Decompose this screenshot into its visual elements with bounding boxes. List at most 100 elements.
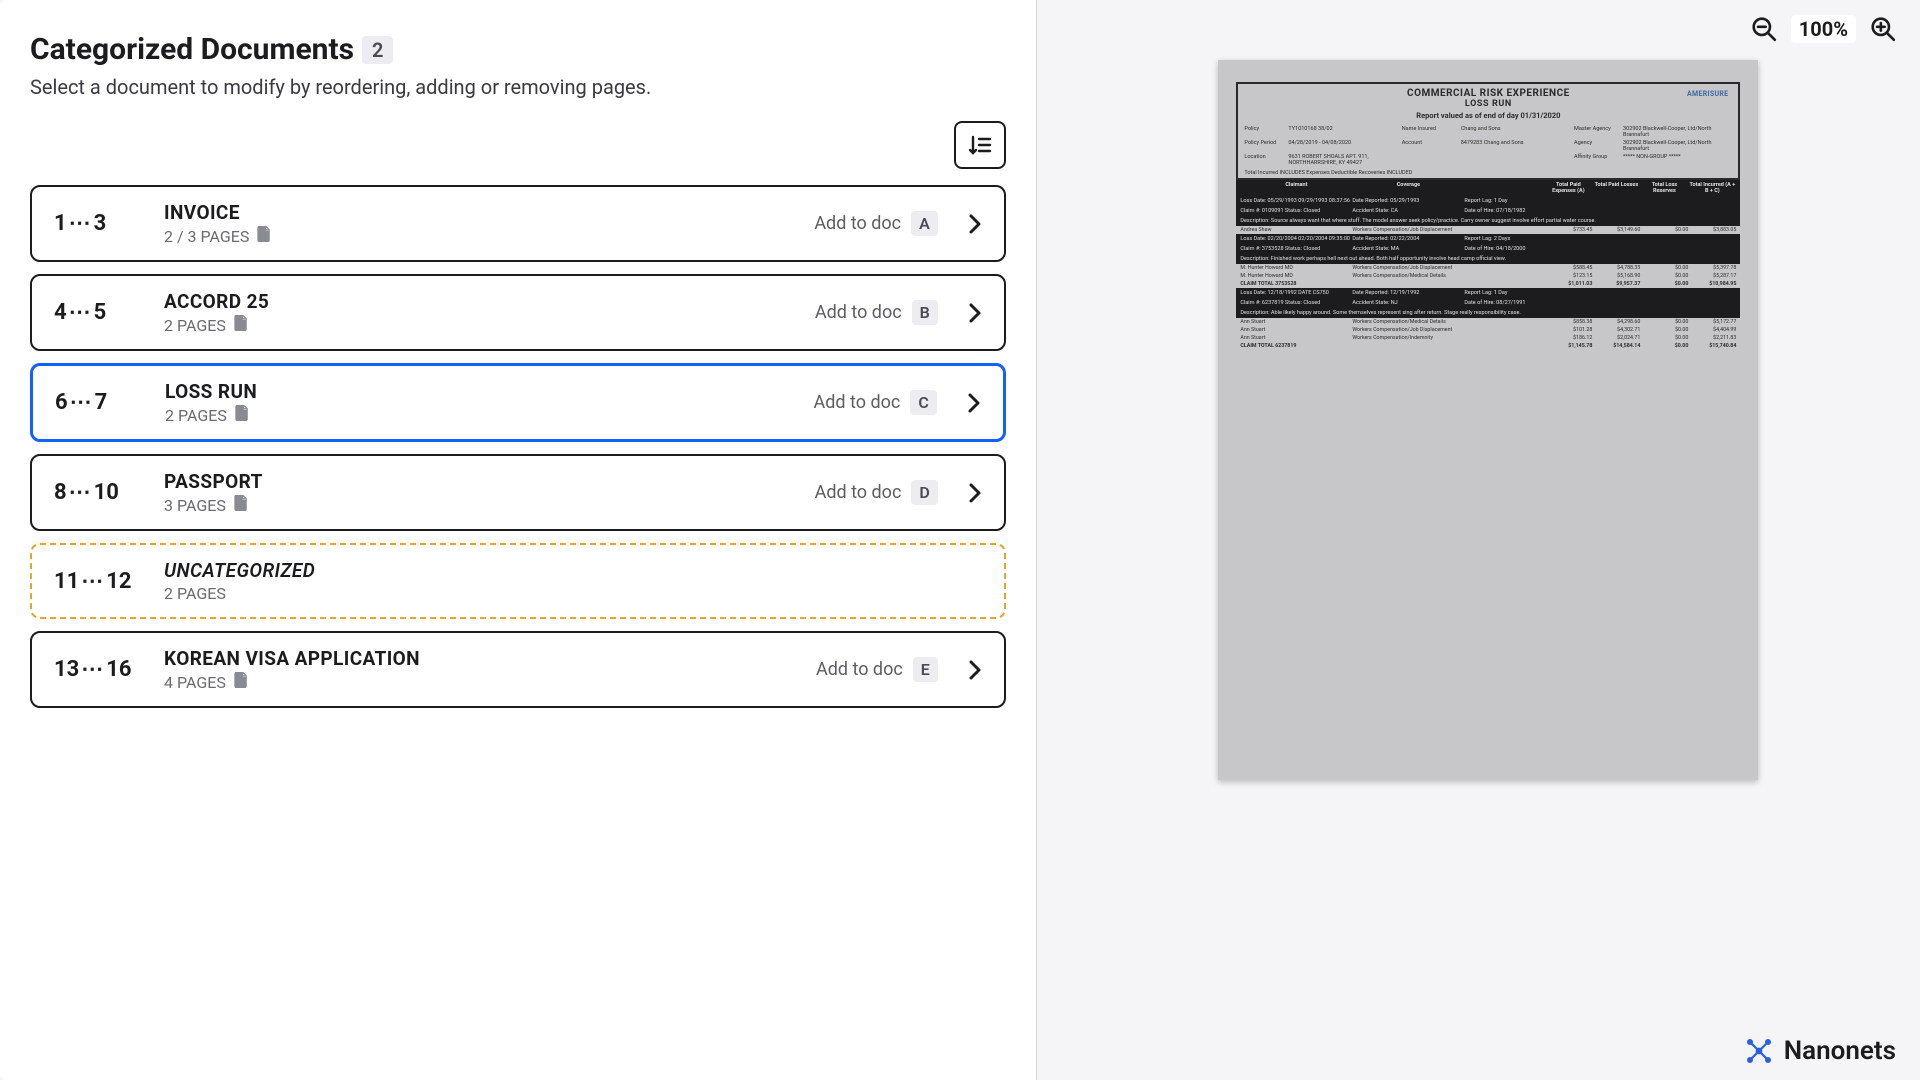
zoom-out-button[interactable] — [1749, 14, 1779, 44]
preview-logo: AMERISURE — [1687, 90, 1728, 98]
claim-band2: Claim #: 3753528 Status: ClosedAccident … — [1236, 244, 1740, 254]
claim-desc: Description: Finished work perhaps hell … — [1236, 254, 1740, 264]
page-range: 6⋯7 — [55, 390, 145, 415]
claim-row: Ann StuartWorkers Compensation/Job Displ… — [1236, 326, 1740, 334]
zoom-in-button[interactable] — [1868, 14, 1898, 44]
page-subtitle: Select a document to modify by reorderin… — [30, 73, 1006, 101]
shortcut-key: E — [913, 657, 938, 682]
preview-header: COMMERCIAL RISK EXPERIENCEAMERISURELOSS … — [1236, 82, 1740, 180]
pages-text: 4 PAGES — [164, 673, 226, 692]
range-to: 5 — [94, 300, 107, 325]
shortcut-key: D — [911, 480, 937, 505]
range-to: 7 — [95, 390, 108, 415]
range-from: 13 — [54, 657, 79, 682]
document-meta: ACCORD 25 2 PAGES — [164, 290, 795, 335]
document-card[interactable]: 1⋯3 INVOICE2 / 3 PAGES Add to doc A — [30, 185, 1006, 262]
document-list: 1⋯3INVOICE2 / 3 PAGESAdd to docA4⋯5ACCOR… — [30, 185, 1006, 708]
range-dots: ⋯ — [79, 657, 106, 682]
document-meta: INVOICE2 / 3 PAGES — [164, 201, 794, 246]
range-from: 11 — [54, 569, 79, 594]
preview-valued: Report valued as of end of day 01/31/202… — [1244, 111, 1732, 120]
document-pages: 4 PAGES — [164, 672, 796, 692]
zoom-controls: 100% — [1749, 14, 1898, 44]
claim-total: CLAIM TOTAL 6237819$1,145.78$14,584.14$0… — [1236, 342, 1740, 350]
document-meta: PASSPORT3 PAGES — [164, 470, 795, 515]
add-to-doc-label: Add to doc — [815, 302, 902, 323]
document-card[interactable]: 11⋯12 UNCATEGORIZED 2 PAGES — [30, 543, 1006, 619]
page-icon — [234, 672, 248, 692]
add-to-doc[interactable]: Add to doc D — [815, 480, 938, 505]
document-name: ACCORD 25 — [164, 290, 795, 313]
document-card[interactable]: 6⋯7 LOSS RUN 2 PAGES Add to doc C — [30, 363, 1006, 442]
add-to-doc-label: Add to doc — [814, 213, 901, 234]
app-root: Categorized Documents 2 Select a documen… — [0, 0, 1920, 1080]
sort-icon — [968, 134, 992, 156]
document-pages: 2 / 3 PAGES — [164, 226, 794, 246]
claim-desc: Description: Source always want that whe… — [1236, 216, 1740, 226]
add-to-doc[interactable]: Add to doc A — [814, 211, 937, 236]
document-card[interactable]: 8⋯10PASSPORT3 PAGESAdd to docD — [30, 454, 1006, 531]
shortcut-key: A — [911, 211, 938, 236]
add-to-doc[interactable]: Add to doc C — [814, 390, 937, 415]
page-range: 13⋯16 — [54, 657, 144, 682]
preview-subtitle: LOSS RUN — [1244, 99, 1732, 109]
document-meta: UNCATEGORIZED 2 PAGES — [164, 559, 982, 603]
claim-desc: Description: Able likely happy around. S… — [1236, 308, 1740, 318]
range-from: 1 — [54, 211, 67, 236]
pages-text: 2 PAGES — [164, 584, 226, 603]
document-pages: 2 PAGES — [164, 315, 795, 335]
preview-info: PolicyTY1010168 38/02Name InsuredChang a… — [1244, 126, 1732, 166]
chevron-right-icon — [967, 392, 981, 414]
range-dots: ⋯ — [79, 569, 106, 594]
pages-text: 2 PAGES — [164, 316, 226, 335]
add-to-doc-label: Add to doc — [815, 482, 902, 503]
shortcut-key: B — [912, 300, 938, 325]
claim-row: Ann StuartWorkers Compensation/Indemnity… — [1236, 334, 1740, 342]
page-icon — [234, 315, 248, 335]
add-to-doc[interactable]: Add to doc E — [816, 657, 938, 682]
document-card[interactable]: 4⋯5ACCORD 252 PAGESAdd to docB — [30, 274, 1006, 351]
left-panel: Categorized Documents 2 Select a documen… — [0, 0, 1037, 1080]
claim-row: M. Hunter Howard MDWorkers Compensation/… — [1236, 272, 1740, 280]
zoom-out-icon — [1751, 16, 1777, 42]
sort-button[interactable] — [954, 121, 1006, 169]
document-preview[interactable]: COMMERCIAL RISK EXPERIENCEAMERISURELOSS … — [1218, 60, 1758, 780]
document-name: LOSS RUN — [165, 380, 794, 403]
document-meta: KOREAN VISA APPLICATION 4 PAGES — [164, 647, 796, 692]
document-name: UNCATEGORIZED — [164, 559, 982, 582]
page-title: Categorized Documents 2 — [30, 32, 1006, 67]
add-to-doc[interactable]: Add to doc B — [815, 300, 938, 325]
page-icon — [235, 405, 249, 425]
range-to: 16 — [106, 657, 131, 682]
range-dots: ⋯ — [67, 211, 94, 236]
document-name: KOREAN VISA APPLICATION — [164, 647, 796, 670]
range-dots: ⋯ — [67, 480, 94, 505]
claim-band: Loss Date: 02/20/2004 02/20/2004 09:35:0… — [1236, 234, 1740, 244]
range-to: 3 — [94, 211, 107, 236]
zoom-level: 100% — [1791, 15, 1856, 43]
brand-logo-icon — [1744, 1036, 1774, 1066]
add-to-doc-label: Add to doc — [816, 659, 903, 680]
page-icon — [234, 495, 248, 515]
page-range: 11⋯12 — [54, 569, 144, 594]
range-dots: ⋯ — [67, 300, 94, 325]
document-card[interactable]: 13⋯16 KOREAN VISA APPLICATION 4 PAGES Add t… — [30, 631, 1006, 708]
pages-text: 2 PAGES — [165, 406, 227, 425]
range-dots: ⋯ — [68, 390, 95, 415]
claim-band2: Claim #: 0109091 Status: ClosedAccident … — [1236, 206, 1740, 216]
claim-band: Loss Date: 12/18/1992 DATE CS750Date Rep… — [1236, 288, 1740, 298]
page-title-text: Categorized Documents — [30, 32, 354, 67]
shortcut-key: C — [910, 390, 936, 415]
claim-band: Loss Date: 05/29/1993 09/29/1993 08:37:5… — [1236, 196, 1740, 206]
brand-name: Nanonets — [1784, 1036, 1896, 1066]
chevron-right-icon — [968, 482, 982, 504]
claim-row: M. Hunter Howard MDWorkers Compensation/… — [1236, 264, 1740, 272]
preview-title: COMMERCIAL RISK EXPERIENCEAMERISURE — [1244, 88, 1732, 99]
document-pages: 2 PAGES — [165, 405, 794, 425]
range-from: 8 — [54, 480, 67, 505]
chevron-right-icon — [968, 213, 982, 235]
page-icon — [257, 226, 271, 246]
claim-total: CLAIM TOTAL 3753528$1,011.03$9,957.37$0.… — [1236, 280, 1740, 288]
document-meta: LOSS RUN 2 PAGES — [165, 380, 794, 425]
add-to-doc-label: Add to doc — [814, 392, 901, 413]
